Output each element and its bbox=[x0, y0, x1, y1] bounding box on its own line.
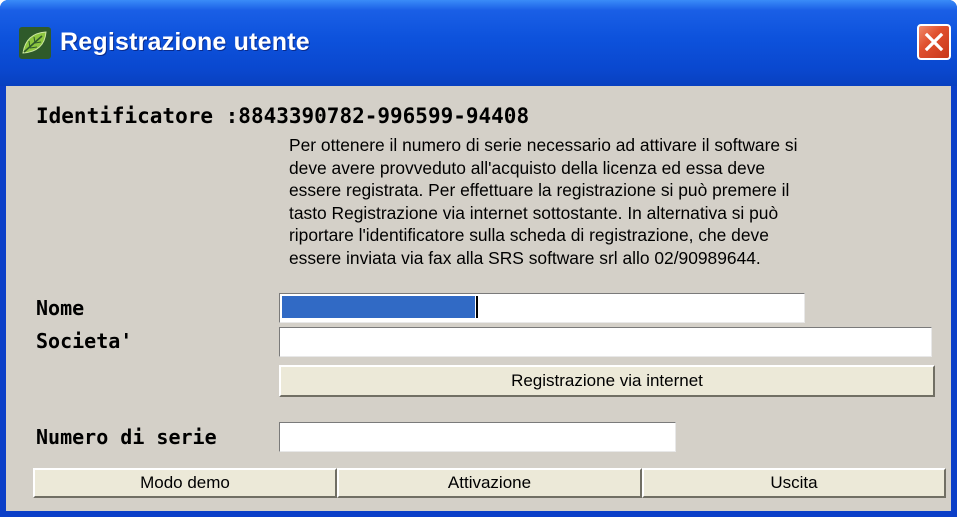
instruction-line: essere registrata. Per effettuare la reg… bbox=[289, 180, 790, 201]
serial-number-field[interactable] bbox=[279, 422, 676, 452]
identifier-line: Identificatore :8843390782-996599-94408 bbox=[36, 104, 529, 128]
identifier-value: 8843390782-996599-94408 bbox=[238, 104, 530, 128]
registration-instructions: Per ottenere il numero di serie necessar… bbox=[289, 134, 929, 270]
serial-number-input[interactable] bbox=[280, 423, 675, 451]
nome-label: Nome bbox=[36, 296, 85, 320]
instruction-line: essere inviata via fax alla SRS software… bbox=[289, 247, 761, 268]
societa-label: Societa' bbox=[36, 329, 133, 353]
close-button[interactable] bbox=[917, 24, 951, 60]
instruction-line: deve avere provveduto all'acquisto della… bbox=[289, 157, 766, 178]
green-leaf-app-icon bbox=[19, 27, 51, 59]
demo-mode-button[interactable]: Modo demo bbox=[33, 468, 337, 498]
title-bar[interactable]: Registrazione utente bbox=[0, 0, 957, 86]
societa-input[interactable] bbox=[280, 328, 931, 356]
identifier-label: Identificatore : bbox=[36, 104, 239, 128]
nome-input[interactable] bbox=[280, 294, 804, 322]
internet-registration-button[interactable]: Registrazione via internet bbox=[279, 365, 935, 397]
instruction-line: riportare l'identificatore sulla scheda … bbox=[289, 225, 769, 246]
registration-window: Registrazione utente Identificatore :884… bbox=[0, 0, 957, 517]
societa-field[interactable] bbox=[279, 327, 932, 357]
exit-button[interactable]: Uscita bbox=[642, 468, 946, 498]
instruction-line: tasto Registrazione via internet sottost… bbox=[289, 202, 779, 223]
dialog-body: Identificatore :8843390782-996599-94408 … bbox=[6, 86, 951, 511]
activate-button[interactable]: Attivazione bbox=[337, 468, 642, 498]
window-title: Registrazione utente bbox=[60, 28, 310, 56]
instruction-line: Per ottenere il numero di serie necessar… bbox=[289, 135, 798, 155]
nome-field[interactable] bbox=[279, 293, 805, 323]
serial-number-label: Numero di serie bbox=[36, 425, 217, 449]
close-icon bbox=[924, 32, 944, 52]
